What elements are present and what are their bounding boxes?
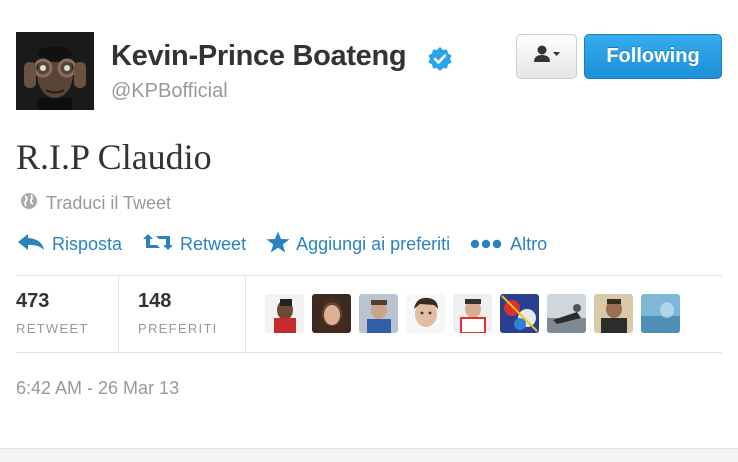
tweet-timestamp[interactable]: 6:42 AM - 26 Mar 13	[16, 378, 179, 399]
retweet-count: 473	[16, 290, 50, 312]
more-button[interactable]: Altro	[470, 234, 547, 255]
favorites-stat-label: PREFERITI	[138, 321, 218, 336]
reply-icon	[16, 232, 46, 257]
retweet-stat-label: RETWEET	[16, 321, 89, 336]
retweet-stat[interactable]: 473 RETWEET	[16, 276, 116, 352]
reply-button[interactable]: Risposta	[16, 232, 122, 257]
stat-separator	[245, 276, 246, 352]
tweet-actions: Risposta Retweet Aggiungi ai preferiti A…	[16, 231, 567, 258]
stats-divider-bottom	[16, 352, 722, 353]
translate-label: Traduci il Tweet	[46, 193, 172, 213]
user-actions-button[interactable]	[516, 34, 577, 79]
favoriter-avatar-9[interactable]	[641, 294, 680, 333]
favoriter-avatar-1[interactable]	[265, 294, 304, 333]
following-button[interactable]: Following	[584, 34, 722, 79]
favoriter-avatar-7[interactable]	[547, 294, 586, 333]
profile-handle[interactable]: @KPBofficial	[111, 80, 228, 103]
retweet-label: Retweet	[180, 234, 247, 254]
retweet-button[interactable]: Retweet	[142, 232, 246, 257]
favoriter-avatar-4[interactable]	[406, 294, 445, 333]
globe-icon	[20, 192, 38, 215]
more-dots-icon	[470, 234, 504, 255]
favoriter-avatar-2[interactable]	[312, 294, 351, 333]
translate-tweet-link[interactable]: Traduci il Tweet	[20, 192, 171, 215]
favoriters-list	[265, 294, 680, 333]
profile-avatar[interactable]	[16, 32, 94, 110]
reply-label: Risposta	[52, 234, 123, 254]
favorite-button[interactable]: Aggiungi ai preferiti	[266, 231, 450, 258]
user-dropdown-icon	[532, 44, 562, 69]
favorites-count: 148	[138, 290, 172, 312]
footer-bar	[0, 448, 738, 462]
favorites-stat[interactable]: 148 PREFERITI	[138, 276, 243, 352]
verified-badge-icon	[427, 46, 453, 72]
stat-separator	[118, 276, 119, 352]
tweet-text: R.I.P Claudio	[16, 137, 212, 177]
favoriter-avatar-3[interactable]	[359, 294, 398, 333]
star-icon	[266, 231, 290, 258]
favoriter-avatar-8[interactable]	[594, 294, 633, 333]
profile-name[interactable]: Kevin-Prince Boateng	[111, 40, 407, 73]
favoriter-avatar-6[interactable]	[500, 294, 539, 333]
favoriter-avatar-5[interactable]	[453, 294, 492, 333]
more-label: Altro	[510, 234, 548, 254]
favorite-label: Aggiungi ai preferiti	[296, 234, 451, 254]
stats-divider-top	[16, 275, 722, 276]
retweet-icon	[142, 232, 174, 257]
